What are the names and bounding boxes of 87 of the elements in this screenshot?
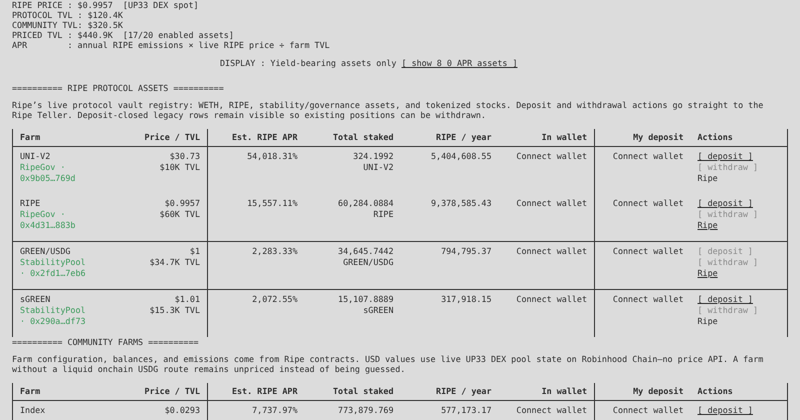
apr-text: 2,283.33% xyxy=(251,246,298,257)
vault-link[interactable]: RipeGov · 0x4d31…883b xyxy=(20,209,94,231)
farm-name: sGREEN xyxy=(20,294,52,305)
ripe-link[interactable]: Ripe xyxy=(698,268,718,279)
column-header: My deposit xyxy=(632,386,684,397)
price-text: $0.0293 xyxy=(164,405,200,416)
column-header: Farm xyxy=(20,132,42,143)
column-header: Est. RIPE APR xyxy=(230,386,298,397)
staked-unit: RIPE xyxy=(372,209,394,220)
farm-name: Index xyxy=(20,405,46,416)
deposit-link[interactable]: [ deposit ] xyxy=(698,198,753,209)
stat-line: PROTOCOL TVL : $120.4K xyxy=(12,10,124,20)
ripe-label: Ripe xyxy=(698,173,718,184)
vault-link[interactable]: StabilityPool · 0x2fd1…7eb6 xyxy=(20,257,94,279)
farm-name: RIPE xyxy=(20,198,42,209)
section-heading: ========== COMMUNITY FARMS ========== xyxy=(12,337,200,347)
show-assets-link[interactable]: [ show 8 0 APR assets ] xyxy=(402,58,518,68)
vault-link[interactable]: StabilityPool · 0x290a…df73 xyxy=(20,305,94,327)
deposit-status: Connect wallet xyxy=(612,246,684,257)
vault-link[interactable]: RipeGov · 0x9b05…769d xyxy=(20,162,94,184)
staked-unit: sGREEN xyxy=(362,305,394,316)
ripe-link[interactable]: Ripe xyxy=(698,220,718,231)
deposit-link[interactable]: [ deposit ] xyxy=(698,246,753,257)
withdraw-link[interactable]: [ withdraw ] xyxy=(698,305,758,316)
deposit-status: Connect wallet xyxy=(612,198,684,209)
column-header: In wallet xyxy=(540,132,587,143)
staked-amount: 324.1992 xyxy=(352,151,394,162)
deposit-status: Connect wallet xyxy=(612,405,684,416)
column-header: Est. RIPE APR xyxy=(230,132,298,143)
price-text: $0.9957 xyxy=(164,198,200,209)
price-text: $1 xyxy=(188,246,200,257)
apr-text: 2,072.55% xyxy=(251,294,298,305)
ripe-per-year: 794,795.37 xyxy=(440,246,492,257)
farm-name: GREEN/USDG xyxy=(20,246,72,257)
column-header: Price / TVL xyxy=(144,132,200,143)
deposit-link[interactable]: [ deposit ] xyxy=(698,294,753,305)
column-header: My deposit xyxy=(632,132,684,143)
column-header: Actions xyxy=(698,386,734,397)
deposit-link[interactable]: [ deposit ] xyxy=(698,405,753,416)
section-description: Farm configuration, balances, and emissions come from Ripe contracts. USD values use live UP33 DEX pool state on Robinhood Chain—no price API. A farm without a liquid onchain USDG route remains unpriced instead of being guessed. xyxy=(12,354,764,374)
column-header: RIPE / year xyxy=(435,386,492,397)
farm-name: UNI-V2 xyxy=(20,151,52,162)
staked-amount: 773,879.769 xyxy=(337,405,394,416)
wallet-status: Connect wallet xyxy=(515,246,587,257)
staked-unit: GREEN/USDG xyxy=(342,257,394,268)
staked-unit: UNI-V2 xyxy=(362,162,394,173)
apr-text: 7,737.97% xyxy=(251,405,298,416)
tvl-text: $15.3K TVL xyxy=(148,305,200,316)
tvl-text: $10K TVL xyxy=(158,162,200,173)
ripe-per-year: 577,173.17 xyxy=(440,405,492,416)
withdraw-link[interactable]: [ withdraw ] xyxy=(698,209,758,220)
stat-line: COMMUNITY TVL: $320.5K xyxy=(12,20,124,30)
column-header: Actions xyxy=(698,132,734,143)
apr-text: 54,018.31% xyxy=(246,151,298,162)
tvl-text: $34.7K TVL xyxy=(148,257,200,268)
withdraw-link[interactable]: [ withdraw ] xyxy=(698,162,758,173)
ripe-per-year: 5,404,608.55 xyxy=(430,151,492,162)
section-heading: ========== RIPE PROTOCOL ASSETS ========== xyxy=(12,83,225,93)
ripe-label: Ripe xyxy=(698,316,718,327)
staked-amount: 34,645.7442 xyxy=(337,246,394,257)
tvl-text: $60K TVL xyxy=(158,209,200,220)
wallet-status: Connect wallet xyxy=(515,151,587,162)
stat-line: APR : annual RIPE emissions × live RIPE price ÷ farm TVL xyxy=(12,40,331,50)
column-header: Total staked xyxy=(332,132,394,143)
staked-amount: 15,107.8889 xyxy=(337,294,394,305)
apr-text: 15,557.11% xyxy=(246,198,298,209)
staked-amount: 60,284.0884 xyxy=(337,198,394,209)
column-header: Price / TVL xyxy=(144,386,200,397)
price-text: $1.01 xyxy=(174,294,200,305)
withdraw-link[interactable]: [ withdraw ] xyxy=(698,257,758,268)
price-text: $30.73 xyxy=(168,151,200,162)
deposit-status: Connect wallet xyxy=(612,151,684,162)
ripe-per-year: 9,378,585.43 xyxy=(430,198,492,209)
wallet-status: Connect wallet xyxy=(515,405,587,416)
display-label: DISPLAY : Yield-bearing assets only xyxy=(220,58,396,68)
stat-line: RIPE PRICE : $0.9957 [UP33 DEX spot] xyxy=(12,0,200,10)
column-header: RIPE / year xyxy=(435,132,492,143)
deposit-status: Connect wallet xyxy=(612,294,684,305)
stat-line: PRICED TVL : $440.9K [17/20 enabled assets] xyxy=(12,30,235,40)
column-header: In wallet xyxy=(540,386,587,397)
section-description: Ripe’s live protocol vault registry: WETH, RIPE, stability/governance assets, and tokenized stocks. Deposit and withdrawal actions go straight to the Ripe Teller. Deposit-closed legacy rows remain visible so existing positions can be withdrawn. xyxy=(12,100,764,120)
wallet-status: Connect wallet xyxy=(515,198,587,209)
wallet-status: Connect wallet xyxy=(515,294,587,305)
column-header: Farm xyxy=(20,386,42,397)
column-header: Total staked xyxy=(332,386,394,397)
ripe-per-year: 317,918.15 xyxy=(440,294,492,305)
deposit-link[interactable]: [ deposit ] xyxy=(698,151,753,162)
